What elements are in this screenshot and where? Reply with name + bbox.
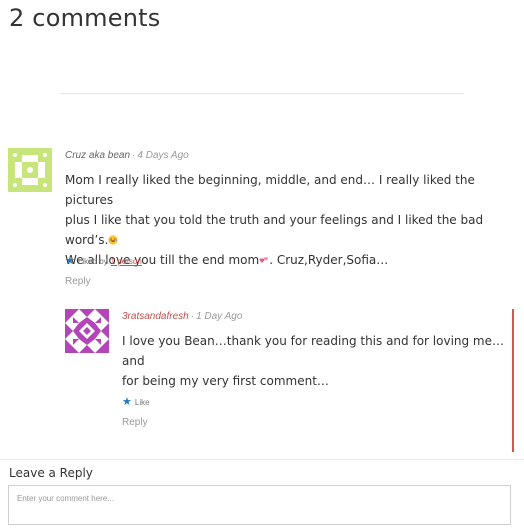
comment-text-line: Mom I really liked the beginning, middle… [65, 173, 475, 207]
comment-body: I love you Bean…thank you for reading th… [122, 331, 507, 391]
comment-placeholder: Enter your comment here... [17, 494, 114, 503]
comment-author[interactable]: 3ratsandafresh [122, 311, 189, 322]
two-hearts-icon [259, 257, 269, 263]
divider [0, 459, 524, 460]
avatar-identicon[interactable] [8, 148, 52, 192]
laughing-emoji-icon [108, 235, 118, 245]
comment-meta: Cruz aka bean · 4 Days Ago [65, 150, 189, 161]
comment-body: Mom I really liked the beginning, middle… [65, 170, 515, 270]
avatar-identicon[interactable] [65, 309, 109, 353]
reply-button[interactable]: Reply [122, 417, 148, 428]
comment-time[interactable]: 1 Day Ago [196, 311, 242, 322]
liked-by: ★ Liked by 1 person [65, 256, 142, 267]
comment-text-line: I love you Bean…thank you for reading th… [122, 334, 505, 368]
comment-text-span: plus I like that you told the truth and … [65, 213, 484, 247]
like-button[interactable]: ★ Like [122, 397, 150, 408]
liked-by-label: Liked by [77, 256, 108, 266]
star-icon[interactable]: ★ [122, 397, 132, 408]
liked-by-link[interactable]: 1 person [111, 257, 142, 266]
comment-textarea[interactable]: Enter your comment here... [8, 485, 511, 525]
divider [60, 93, 464, 94]
comment-text-span: . Cruz,Ryder,Sofia… [269, 253, 389, 267]
like-label[interactable]: Like [135, 398, 150, 407]
comments-heading: 2 comments [9, 4, 161, 32]
comment-meta: 3ratsandafresh · 1 Day Ago [122, 311, 243, 322]
comment-text-line: for being my very first comment… [122, 374, 329, 388]
reply-button[interactable]: Reply [65, 276, 91, 287]
comment-time[interactable]: 4 Days Ago [137, 150, 188, 161]
comment-author[interactable]: Cruz aka bean [65, 150, 130, 161]
reply-thread-border [512, 309, 514, 452]
comment-text-line: plus I like that you told the truth and … [65, 210, 515, 250]
leave-reply-title: Leave a Reply [9, 466, 93, 480]
star-icon[interactable]: ★ [65, 256, 75, 267]
